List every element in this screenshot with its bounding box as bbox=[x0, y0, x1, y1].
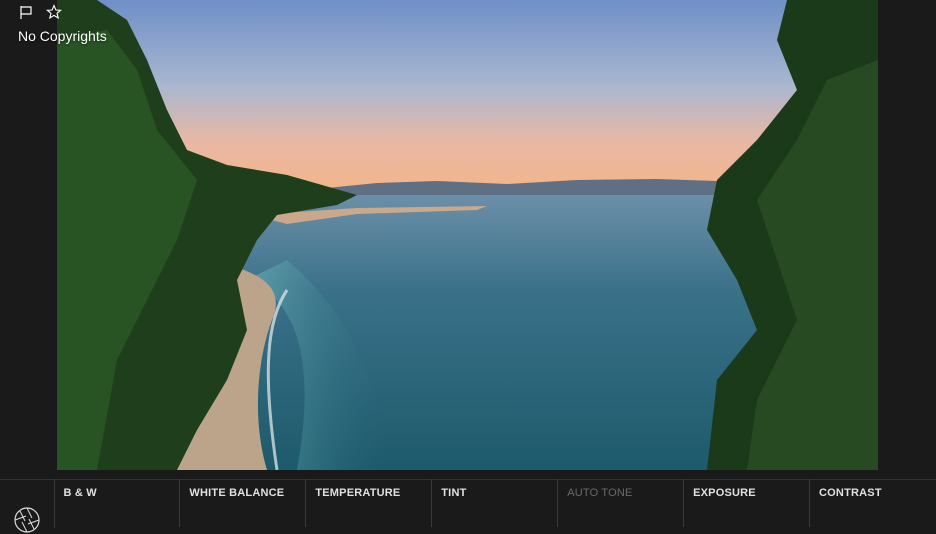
tool-exposure[interactable]: EXPOSURE bbox=[684, 479, 811, 527]
adjustment-toolbar: B & W WHITE BALANCE TEMPERATURE TINT AUT… bbox=[0, 479, 936, 533]
tool-bw[interactable]: B & W bbox=[54, 479, 181, 527]
tool-white-balance[interactable]: WHITE BALANCE bbox=[180, 479, 307, 527]
tool-auto-tone[interactable]: AUTO TONE bbox=[558, 479, 685, 527]
aperture-icon bbox=[13, 506, 41, 534]
tool-temperature[interactable]: TEMPERATURE bbox=[306, 479, 433, 527]
tool-contrast[interactable]: CONTRAST bbox=[810, 479, 936, 527]
toolbar-logo[interactable] bbox=[0, 479, 55, 533]
photo-header bbox=[18, 4, 62, 20]
photo-canvas[interactable] bbox=[57, 0, 878, 470]
landscape-photo bbox=[57, 0, 878, 470]
flag-icon[interactable] bbox=[18, 4, 34, 20]
star-icon[interactable] bbox=[46, 4, 62, 20]
tool-tint[interactable]: TINT bbox=[432, 479, 559, 527]
copyright-label: No Copyrights bbox=[18, 28, 107, 44]
